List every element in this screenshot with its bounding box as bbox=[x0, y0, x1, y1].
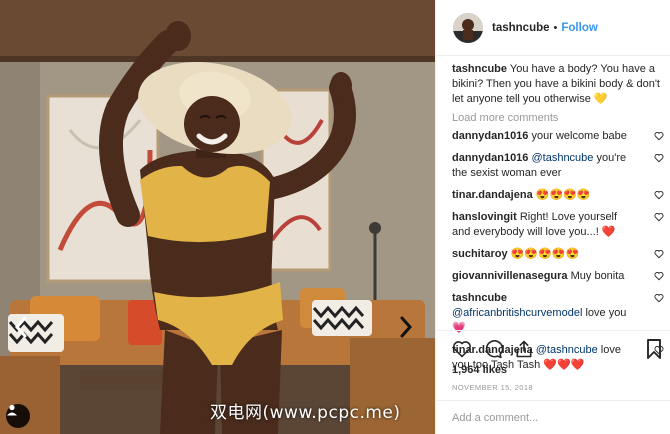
user-tag-icon bbox=[7, 404, 17, 416]
caption-username[interactable]: tashncube bbox=[452, 63, 507, 75]
comment-item: hanslovingit Right! Love yourself and ev… bbox=[452, 210, 664, 240]
save-button[interactable] bbox=[646, 339, 662, 359]
comment-like-icon[interactable] bbox=[654, 131, 664, 141]
post-photo[interactable]: 双电网(www.pcpc.me) bbox=[0, 0, 435, 434]
comment-username[interactable]: dannydan1016 bbox=[452, 130, 528, 142]
like-button[interactable] bbox=[452, 339, 472, 359]
follow-button[interactable]: Follow bbox=[561, 22, 597, 34]
comment-item: suchitaroy 😍😍😍😍😍 bbox=[452, 247, 664, 262]
post-header: tashncube • Follow bbox=[436, 0, 670, 56]
comment-item: dannydan1016 your welcome babe bbox=[452, 129, 664, 144]
comment-item: giovannivillenasegura Muy bonita bbox=[452, 269, 664, 284]
comment-username[interactable]: tashncube bbox=[452, 292, 507, 304]
comment-username[interactable]: tinar.dandajena bbox=[452, 189, 533, 201]
add-comment-bar bbox=[436, 400, 670, 434]
comment-text: 😍😍😍😍😍 bbox=[510, 248, 580, 260]
chevron-right-icon bbox=[400, 316, 413, 338]
likes-count[interactable]: 1,964 likes bbox=[452, 364, 507, 376]
header-username[interactable]: tashncube bbox=[492, 22, 550, 34]
add-comment-input[interactable] bbox=[452, 409, 652, 427]
avatar-image bbox=[453, 12, 483, 43]
chevron-left-icon bbox=[14, 316, 27, 338]
comment-button[interactable] bbox=[483, 339, 503, 359]
comment-text: 😍😍😍😍 bbox=[535, 189, 591, 201]
comment-username[interactable]: giovannivillenasegura bbox=[452, 270, 568, 282]
load-more-comments-button[interactable]: Load more comments bbox=[452, 112, 664, 124]
comment-username[interactable]: dannydan1016 bbox=[452, 152, 528, 164]
tagged-users-button[interactable] bbox=[6, 404, 30, 428]
comment-like-icon[interactable] bbox=[654, 293, 664, 303]
comment-text: Muy bonita bbox=[570, 270, 625, 282]
comment-item: tinar.dandajena 😍😍😍😍 bbox=[452, 188, 664, 203]
previous-photo-button[interactable] bbox=[14, 316, 36, 344]
comment-item: dannydan1016 @tashncube you're the sexis… bbox=[452, 151, 664, 181]
heart-icon bbox=[453, 341, 471, 358]
comment-like-icon[interactable] bbox=[654, 153, 664, 163]
comment-username[interactable]: hanslovingit bbox=[452, 211, 517, 223]
post-date: NOVEMBER 15, 2018 bbox=[452, 383, 534, 392]
comment-icon bbox=[485, 340, 503, 359]
post-image bbox=[0, 0, 435, 434]
comment-mention[interactable]: @africanbritishcurvemodel bbox=[452, 307, 582, 319]
next-photo-button[interactable] bbox=[399, 316, 421, 344]
share-icon bbox=[516, 340, 532, 358]
post-caption: tashncube You have a body? You have a bi… bbox=[452, 62, 664, 107]
comment-like-icon[interactable] bbox=[654, 249, 664, 259]
comment-like-icon[interactable] bbox=[654, 271, 664, 281]
share-button[interactable] bbox=[514, 339, 534, 359]
avatar[interactable] bbox=[453, 12, 483, 43]
comment-like-icon[interactable] bbox=[654, 190, 664, 200]
bookmark-icon bbox=[647, 339, 661, 359]
post-side-panel: tashncube • Follow tashncube You have a … bbox=[435, 0, 670, 434]
comment-username[interactable]: suchitaroy bbox=[452, 248, 508, 260]
watermark: 双电网(www.pcpc.me) bbox=[210, 403, 401, 423]
comment-like-icon[interactable] bbox=[654, 212, 664, 222]
comment-text: your welcome babe bbox=[531, 130, 627, 142]
separator-dot: • bbox=[553, 21, 558, 34]
comment-mention[interactable]: @tashncube bbox=[531, 152, 593, 164]
